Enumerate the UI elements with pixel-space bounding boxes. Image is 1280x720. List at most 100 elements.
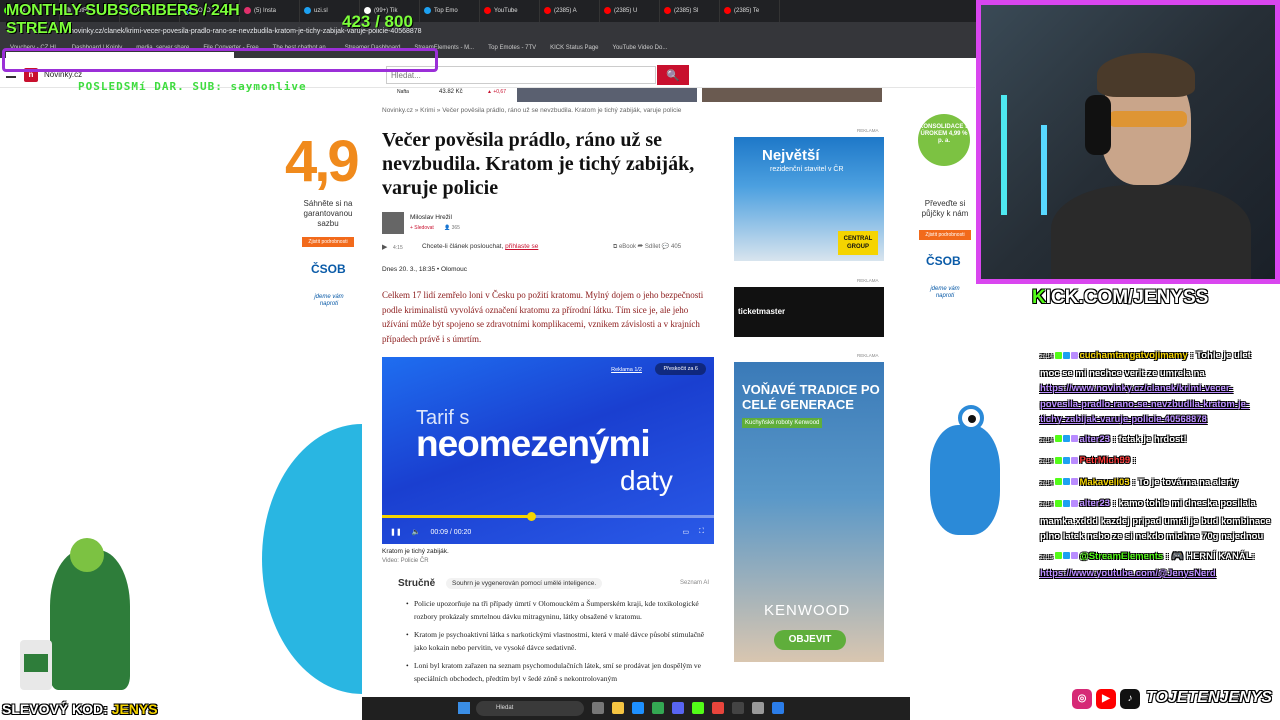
settings-icon[interactable]	[752, 702, 764, 714]
ad-cta-button[interactable]: OBJEVIT	[774, 630, 846, 650]
ai-summary-note: Souhrn je vygenerován pomocí umělé intel…	[446, 578, 603, 589]
chat-username[interactable]: alter23	[1079, 498, 1110, 509]
browser-tab[interactable]: YouTube	[480, 0, 540, 22]
chat-message: 20:14 Makaveli03 : To je továrna na aler…	[1040, 475, 1272, 493]
follow-button[interactable]: + Sledovat	[410, 225, 434, 231]
file-explorer-icon[interactable]	[612, 702, 624, 714]
chat-badge-icon	[1063, 552, 1071, 560]
ad-central-group[interactable]: Největší rezidenční stavitel v ČR CENTRA…	[734, 137, 884, 261]
tab-label: (2385) Te	[734, 8, 760, 15]
browser-tab[interactable]: (2385) Te	[720, 0, 780, 22]
tab-favicon-icon	[304, 7, 311, 14]
list-item: Policie upozorňuje na tři případy úmrtí …	[406, 598, 714, 623]
chrome-icon[interactable]	[652, 702, 664, 714]
mascot-head	[70, 538, 104, 572]
skip-ad-button[interactable]: Přeskočit za 6	[655, 363, 706, 375]
kick-url-rest: ICK.COM/JENYSS	[1045, 287, 1209, 308]
chat-link[interactable]: https://www.novinky.cz/clanek/krimi-vece…	[1040, 383, 1249, 425]
windows-start-icon[interactable]	[458, 702, 470, 714]
chat-timestamp: 20:15	[1040, 554, 1053, 561]
app-icon[interactable]	[772, 702, 784, 714]
ad-brand: ticketmaster	[738, 307, 786, 316]
breadcrumb[interactable]: Novinky.cz » Krimi » Večer pověsila prád…	[382, 107, 681, 114]
video-ad-label[interactable]: Reklama 1/2	[611, 367, 642, 373]
tab-label: (2385) U	[614, 8, 638, 15]
chat-username[interactable]: alter23	[1079, 434, 1110, 445]
tab-label: YouTube	[494, 8, 518, 15]
social-handle: TOJETENJENYS	[1146, 689, 1272, 706]
browser-tab[interactable]: (5) Insta	[240, 0, 300, 22]
ad-brand: KENWOOD	[764, 602, 851, 619]
headset-icon	[1085, 95, 1111, 155]
related-thumbnail[interactable]	[517, 88, 697, 102]
chat-timestamp: 20:14	[1040, 354, 1053, 360]
browser-tab[interactable]: (2385) Sl	[660, 0, 720, 22]
chat-username[interactable]: @StreamElements	[1079, 551, 1163, 562]
tab-label: Top Emo	[434, 8, 458, 15]
mascot-pupil	[968, 415, 976, 423]
follower-count: 👤 365	[444, 225, 460, 231]
chat-badges	[1055, 475, 1079, 491]
browser-tab[interactable]: (2385) U	[600, 0, 660, 22]
kick-icon[interactable]	[692, 702, 704, 714]
chat-badge-icon	[1071, 456, 1079, 464]
ad-subtext: Kuchyňské roboty Kenwood	[742, 418, 823, 428]
video-ad-text: daty	[620, 465, 673, 496]
app-icon[interactable]	[712, 702, 724, 714]
discord-icon[interactable]	[672, 702, 684, 714]
video-ad-headline: neomezenými	[416, 423, 651, 464]
chat-feed: 20:14 cuchamtangatvojimamy : Tohle je ul…	[1040, 348, 1272, 586]
search-button[interactable]: 🔍	[657, 65, 689, 85]
chat-username[interactable]: cuchamtangatvojimamy	[1079, 350, 1187, 361]
ad-headline: VOŇAVÉ TRADICE PO CELÉ GENERACE	[742, 382, 880, 412]
author-avatar[interactable]	[382, 212, 404, 234]
ticker-change: ▲ +0,67	[487, 89, 506, 95]
browser-tab[interactable]: Top Emo	[420, 0, 480, 22]
bookmark-item[interactable]: Top Emotes - 7TV	[488, 45, 536, 58]
chat-text: fetak je hrdost!	[1118, 433, 1187, 445]
ad-subtext: rezidenční stavitel v ČR	[770, 166, 844, 173]
chat-username[interactable]: Makaveli03	[1079, 477, 1129, 488]
volume-icon[interactable]: 🔈	[412, 528, 421, 536]
tab-favicon-icon	[664, 7, 671, 14]
bookmark-item[interactable]: KICK Status Page	[550, 45, 598, 58]
left-ad-rate[interactable]: 4,9	[285, 128, 360, 195]
terminal-icon[interactable]	[732, 702, 744, 714]
audio-play-icon[interactable]: ▶	[382, 243, 387, 251]
left-bank-logo[interactable]: ČSOB	[311, 262, 346, 276]
cast-icon[interactable]: ▭	[682, 528, 689, 536]
right-ad-button[interactable]: Zjistit podrobnosti	[919, 230, 971, 240]
login-link[interactable]: přihlaste se	[505, 243, 538, 250]
fullscreen-icon[interactable]: ⛶	[699, 528, 704, 536]
task-view-icon[interactable]	[592, 702, 604, 714]
right-bank-logo[interactable]: ČSOB	[926, 254, 961, 268]
summary-heading: Stručně	[398, 578, 436, 589]
ad-label: REKLAMA	[857, 353, 879, 358]
bookmark-item[interactable]: YouTube Video Do...	[613, 45, 668, 58]
video-player[interactable]: Reklama 1/2 Přeskočit za 6 Tarif s neome…	[382, 357, 714, 544]
subscriber-goal-title-line1: MONTHLY SUBSCRIBERS / 24H	[6, 2, 240, 19]
article-actions[interactable]: ⧉ eBook ➦ Sdílet 💬 405	[613, 243, 681, 251]
taskbar-search[interactable]: Hledat	[476, 701, 584, 716]
right-ad-circle[interactable]: KONSOLIDACE S ÚROKEM 4,99 % p. a.	[918, 114, 970, 166]
ad-ticketmaster[interactable]: ticketmaster	[734, 287, 884, 337]
chat-badge-icon	[1055, 478, 1063, 486]
pause-icon[interactable]: ❚❚	[390, 528, 402, 536]
left-ad-button[interactable]: Zjistit podrobnosti	[302, 237, 354, 247]
search-icon: 🔍	[666, 69, 680, 82]
browser-tab[interactable]: (2385) A	[540, 0, 600, 22]
chat-username[interactable]: PetrMich99	[1079, 455, 1130, 466]
chat-text: To je továrna na alerty	[1138, 476, 1239, 488]
chat-link[interactable]: https://www.youtube.com/@JenysNerd	[1040, 568, 1216, 579]
instagram-icon: ◎	[1072, 689, 1092, 709]
chat-message: 20:14 alter23 : kamo tohle mi dneska pos…	[1040, 496, 1272, 545]
ad-kenwood[interactable]: VOŇAVÉ TRADICE PO CELÉ GENERACE Kuchyňsk…	[734, 362, 884, 662]
right-ad-text: Převeďte si půjčky k nám	[921, 199, 969, 218]
tab-label: (2385) Sl	[674, 8, 699, 15]
related-thumbnail[interactable]	[702, 88, 882, 102]
streamer-hair	[1097, 53, 1195, 97]
summary-list: Policie upozorňuje na tři případy úmrtí …	[406, 598, 714, 691]
edge-icon[interactable]	[632, 702, 644, 714]
webcam-feed	[976, 0, 1280, 284]
author-name[interactable]: Miloslav Hrežil	[410, 214, 452, 221]
